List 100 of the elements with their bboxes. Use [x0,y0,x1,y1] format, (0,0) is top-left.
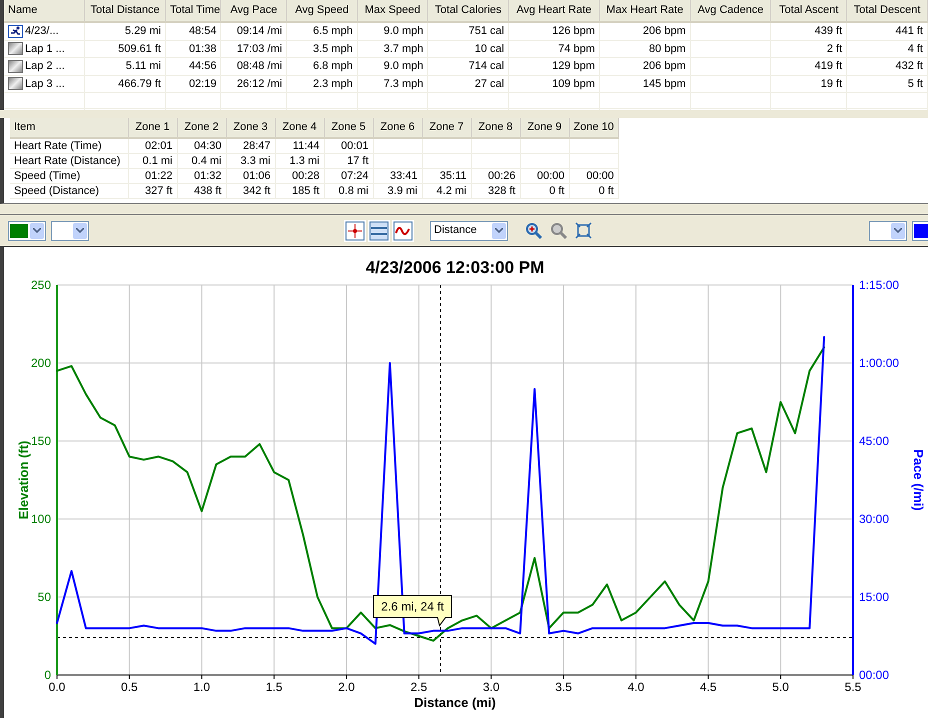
table-cell: 01:32 [177,168,226,184]
zoom-out-icon[interactable] [549,221,568,240]
column-header[interactable]: Avg Cadence [690,0,771,22]
column-header[interactable]: Zone 3 [226,118,275,138]
column-header[interactable]: Name [4,0,85,22]
axis-title: Pace (/mi) [911,449,926,511]
tick-label: 2.0 [338,680,355,694]
axis-title: Distance (mi) [414,695,496,710]
table-cell: 04:30 [177,138,226,154]
column-header[interactable]: Total Ascent [770,0,847,22]
tick-label: 1:00:00 [859,356,900,370]
chart-title: 4/23/2006 12:03:00 PM [366,258,544,277]
column-header[interactable]: Total Time [165,0,221,22]
table-cell: 327 ft [128,184,177,198]
tick-label: 1.5 [266,680,282,694]
fit-icon[interactable] [574,221,593,240]
column-header[interactable]: Max Heart Rate [599,0,690,22]
table-cell: 441 ft [846,22,928,40]
table-cell: 0.4 mi [177,154,226,168]
table-cell: 126 bpm [508,22,600,40]
column-header[interactable]: Zone 8 [471,118,520,138]
table-cell: 00:00 [569,168,618,184]
table-cell: 02:19 [165,75,221,92]
table-cell: 28:47 [226,138,275,154]
color-dropdown[interactable] [51,220,89,240]
table-cell: Heart Rate (Distance) [10,154,128,168]
column-header[interactable]: Zone 5 [324,118,373,138]
table-cell: 9.0 mph [357,22,428,40]
column-header[interactable]: Zone 2 [177,118,226,138]
table-cell: 4.2 mi [422,184,471,198]
column-header[interactable]: Zone 6 [373,118,422,138]
table-cell: 509.61 ft [84,40,166,58]
tick-label: 1:15:00 [859,278,900,292]
table-cell: 00:28 [275,168,324,184]
table-cell-text: Lap 1 ... [25,42,65,56]
column-header[interactable]: Zone 4 [275,118,324,138]
table-cell-text: 4/23/... [25,24,59,39]
column-header[interactable]: Max Speed [357,0,428,22]
horizontal-bands-icon[interactable] [368,220,390,242]
tick-label: 150 [30,434,51,448]
table-cell: 1.3 mi [275,154,324,168]
table-cell: 00:26 [471,168,520,184]
column-header[interactable]: Zone 7 [422,118,471,138]
table-cell: 129 bpm [508,58,600,75]
table-cell: 17 ft [324,154,373,168]
table-cell: 2.3 mph [286,75,358,92]
column-header[interactable]: Zone 9 [520,118,569,138]
tick-label: 3.5 [555,680,572,694]
table-cell: 5.11 mi [84,58,166,75]
lap-icon [8,77,23,90]
table-cell: 09:14 /mi [220,22,287,40]
crosshair-icon[interactable] [344,220,366,242]
zoom-in-icon[interactable] [524,221,543,240]
tick-label: 15:00 [859,590,890,604]
table-cell: 714 cal [428,58,509,75]
wave-icon[interactable] [392,220,414,242]
x-axis-dropdown[interactable]: Distance [430,220,508,240]
table-cell: Speed (Time) [10,168,128,184]
table-cell: 01:22 [128,168,177,184]
table-cell: 02:01 [128,138,177,154]
column-header[interactable]: Item [10,118,128,138]
table-cell: 751 cal [428,22,509,40]
tick-label: 0.5 [121,680,138,694]
tooltip-text: 2.6 mi, 24 ft [381,600,444,614]
table-cell: 0.8 mi [324,184,373,198]
column-header[interactable]: Total Descent [846,0,928,22]
column-header[interactable]: Avg Speed [286,0,358,22]
tick-label: 250 [30,278,51,292]
table-cell: 08:48 /mi [220,58,287,75]
column-header[interactable]: Total Distance [84,0,166,22]
table-cell: 11:44 [275,138,324,154]
tick-label: 2.5 [410,680,428,694]
table-cell-text: Lap 2 ... [25,59,65,74]
table-cell: 7.3 mph [357,75,428,92]
column-header[interactable]: Total Calories [428,0,509,22]
color-dropdown[interactable] [8,220,46,240]
table-cell: 4 ft [846,40,928,58]
color-dropdown[interactable] [869,220,907,240]
column-header[interactable]: Avg Pace [220,0,287,22]
table-cell: 438 ft [177,184,226,198]
column-header[interactable]: Avg Heart Rate [508,0,600,22]
table-cell: 33:41 [373,168,422,184]
table-cell: 3.9 mi [373,184,422,198]
tick-label: 30:00 [859,512,890,526]
table-cell: 48:54 [165,22,221,40]
caret-icon [891,222,905,238]
table-cell: 6.5 mph [286,22,358,40]
column-header[interactable]: Zone 10 [569,118,618,138]
table-cell: 0 ft [520,184,569,198]
tick-label: 1.0 [193,680,210,694]
table-cell: 466.79 ft [84,75,166,92]
column-header[interactable]: Zone 1 [128,118,177,138]
table-cell-text: Lap 3 ... [25,76,65,92]
tick-label: 00:00 [859,668,890,682]
caret-icon [73,222,87,238]
tick-label: 200 [30,356,51,370]
table-cell: 419 ft [770,58,847,75]
table-cell: 206 bpm [599,58,690,75]
table-cell: 342 ft [226,184,275,198]
table-cell: 19 ft [770,75,847,92]
